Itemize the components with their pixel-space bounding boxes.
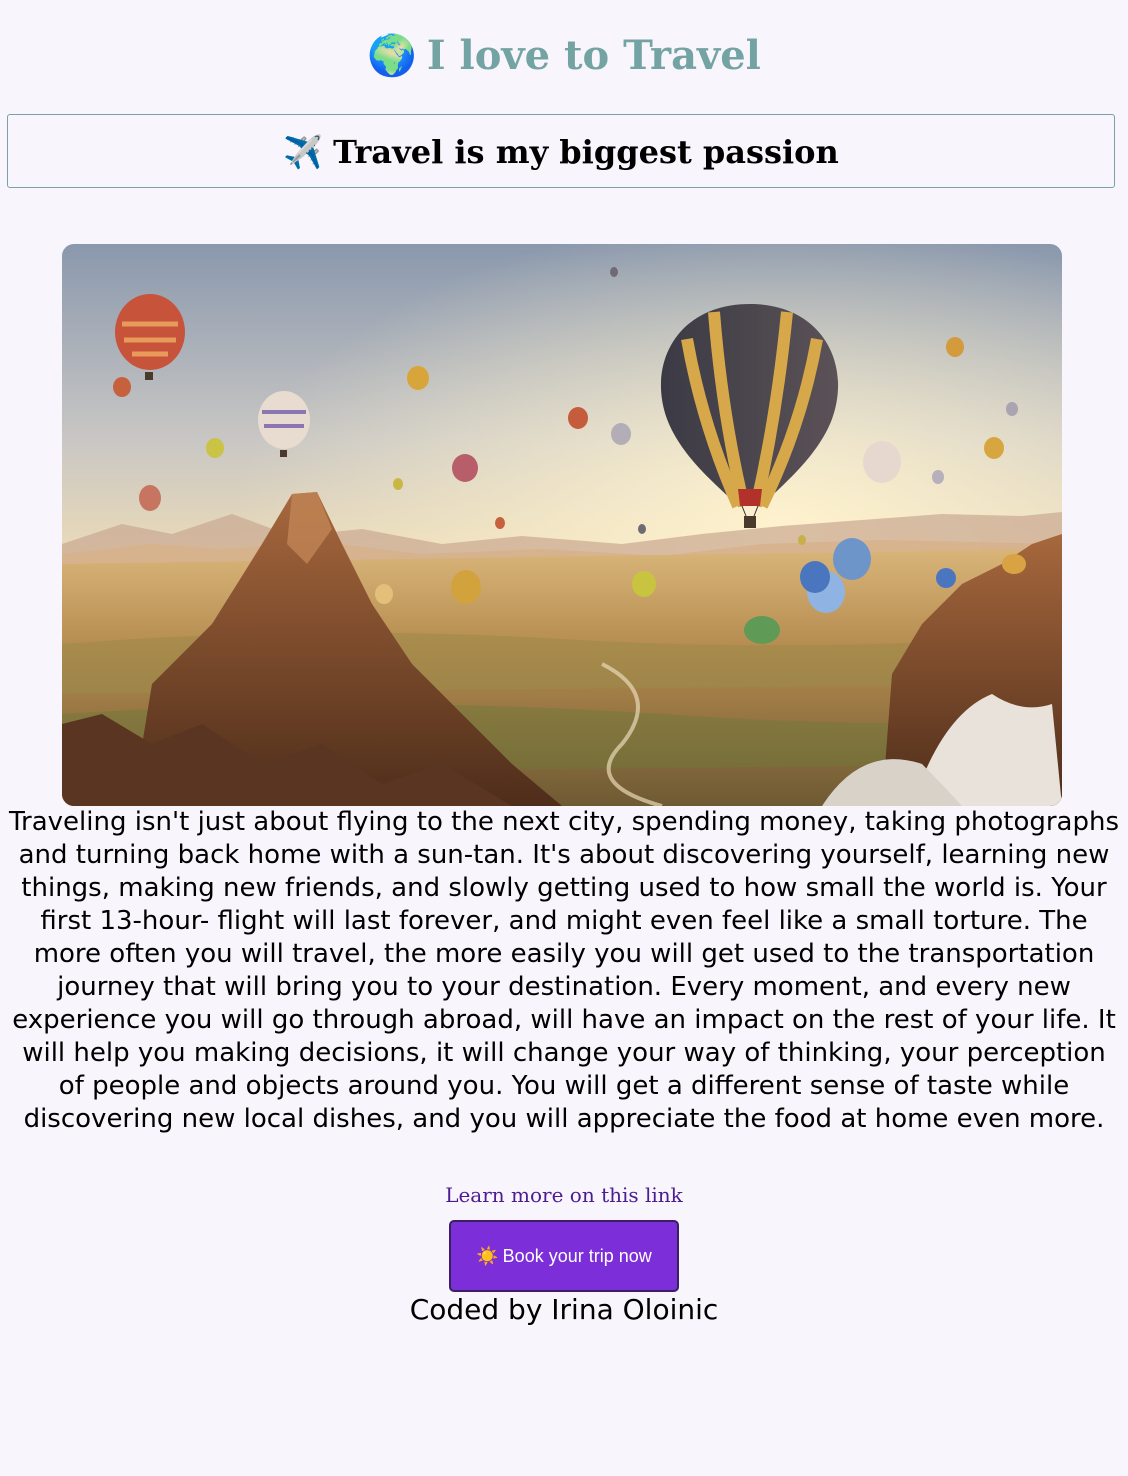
airplane-icon: ✈️ bbox=[283, 133, 324, 171]
page: 🌍 I love to Travel ✈️ Travel is my biggest… bbox=[0, 0, 1128, 1476]
sun-icon: ☀️ bbox=[476, 1245, 499, 1266]
subtitle: ✈️ Travel is my biggest passion bbox=[8, 115, 1114, 189]
hero-image bbox=[62, 244, 1062, 806]
book-trip-button[interactable]: ☀️ Book your trip now bbox=[449, 1220, 679, 1292]
page-title: 🌍 I love to Travel bbox=[0, 28, 1128, 84]
page-title-text: I love to Travel bbox=[426, 32, 761, 79]
description-paragraph: Traveling isn't just about flying to the… bbox=[8, 807, 1120, 1134]
book-trip-label: Book your trip now bbox=[502, 1245, 652, 1266]
subtitle-text: Travel is my biggest passion bbox=[333, 133, 839, 171]
globe-icon: 🌍 bbox=[367, 32, 417, 79]
learn-more-link[interactable]: Learn more on this link bbox=[0, 1180, 1128, 1210]
subtitle-box: ✈️ Travel is my biggest passion bbox=[7, 114, 1115, 188]
footer-credit: Coded by Irina Oloinic bbox=[409, 1293, 719, 1326]
cta-container: ☀️ Book your trip now bbox=[0, 1220, 1128, 1292]
